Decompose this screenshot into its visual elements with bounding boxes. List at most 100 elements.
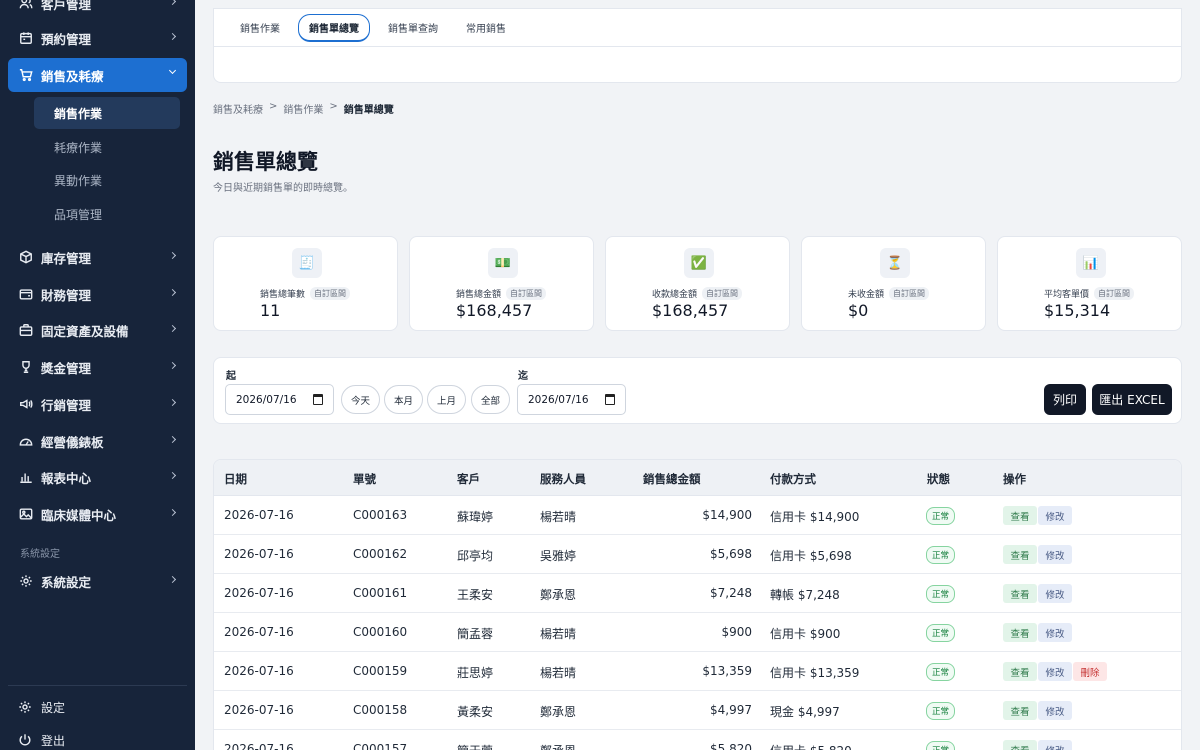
sidebar-subitem-sales-ops[interactable]: 銷售作業 — [34, 97, 180, 129]
stat-label: 平均客單價 — [1044, 290, 1090, 300]
breadcrumb: 銷售及耗療 > 銷售作業 > 銷售單總覽 — [213, 101, 394, 116]
sidebar-footer-logout[interactable]: 登出 — [18, 728, 65, 750]
table-row: 2026-07-16 C000157 簡于萱 鄭承恩 $5,820 信用卡 $5… — [214, 730, 1181, 750]
sales-table: 日期 單號 客戶 服務人員 銷售總金額 付款方式 狀態 操作 2026-07-1… — [213, 459, 1182, 750]
cell-amount: $900 — [721, 625, 752, 639]
sidebar-item-label: 行銷管理 — [41, 397, 92, 413]
quick-range-all[interactable]: 全部 — [471, 385, 510, 414]
stat-label: 銷售總金額 — [456, 290, 502, 300]
quick-range-this-month[interactable]: 本月 — [384, 385, 423, 414]
cell-customer: 邱亭均 — [457, 549, 494, 563]
cell-number: C000159 — [353, 664, 408, 678]
sidebar-item-label: 客戶管理 — [41, 0, 92, 12]
chevron-icon — [168, 251, 177, 260]
delete-button[interactable]: 刪除 — [1073, 662, 1107, 681]
breadcrumb-item[interactable]: 銷售作業 — [283, 101, 323, 116]
bar-chart-icon — [19, 470, 33, 484]
print-button[interactable]: 列印 — [1044, 384, 1086, 415]
view-button[interactable]: 查看 — [1003, 584, 1037, 603]
edit-button[interactable]: 修改 — [1038, 506, 1072, 525]
tab-sales-overview[interactable]: 銷售單總覽 — [298, 13, 370, 42]
chevron-icon — [168, 575, 177, 584]
stat-card-total-count: 🧾 銷售總筆數 自訂區間 11 — [213, 236, 398, 331]
view-button[interactable]: 查看 — [1003, 662, 1037, 681]
cell-number: C000162 — [353, 547, 408, 561]
status-badge: 正常 — [926, 546, 956, 564]
sidebar-item-inventory[interactable]: 庫存管理 — [8, 240, 187, 274]
sidebar-footer-label: 登出 — [41, 733, 66, 748]
tab-frequent-sales[interactable]: 常用銷售 — [456, 15, 516, 40]
sidebar-item-bonus[interactable]: 獎金管理 — [8, 350, 187, 384]
edit-button[interactable]: 修改 — [1038, 545, 1072, 564]
edit-button[interactable]: 修改 — [1038, 623, 1072, 642]
sidebar-item-media[interactable]: 臨床媒體中心 — [8, 497, 187, 531]
sidebar-item-dashboard[interactable]: 經營儀錶板 — [8, 424, 187, 458]
tab-sales-ops[interactable]: 銷售作業 — [230, 15, 290, 40]
end-date-input[interactable]: 2026/07/16 — [517, 384, 626, 415]
cell-date: 2026-07-16 — [224, 664, 294, 678]
table-row: 2026-07-16 C000162 邱亭均 吳雅婷 $5,698 信用卡 $5… — [214, 535, 1181, 574]
cell-customer: 王柔安 — [457, 588, 494, 602]
export-excel-button[interactable]: 匯出 EXCEL — [1092, 384, 1172, 415]
breadcrumb-item[interactable]: 銷售及耗療 — [213, 101, 263, 116]
page-subtitle: 今日與近期銷售單的即時總覽。 — [213, 183, 353, 194]
edit-button[interactable]: 修改 — [1038, 701, 1072, 720]
cell-amount: $5,698 — [710, 547, 752, 561]
edit-button[interactable]: 修改 — [1038, 662, 1072, 681]
stat-value: $168,457 — [652, 301, 729, 320]
status-badge: 正常 — [926, 624, 956, 642]
chevron-icon — [168, 361, 177, 370]
sidebar-subitem-changes[interactable]: 異動作業 — [34, 164, 180, 196]
cell-amount: $5,820 — [710, 742, 752, 750]
briefcase-icon — [19, 323, 33, 337]
sidebar-footer-settings[interactable]: 設定 — [18, 695, 65, 719]
sidebar-item-label: 經營儀錶板 — [41, 434, 104, 450]
view-button[interactable]: 查看 — [1003, 740, 1037, 750]
sidebar-item-reports[interactable]: 報表中心 — [8, 460, 187, 494]
table-row: 2026-07-16 C000158 黃柔安 鄭承恩 $4,997 現金 $4,… — [214, 691, 1181, 730]
quick-range-today[interactable]: 今天 — [341, 385, 380, 414]
cell-payment: 轉帳 $7,248 — [770, 588, 840, 602]
end-date-label: 迄 — [518, 371, 528, 382]
stat-value: 11 — [260, 301, 281, 320]
gear-icon — [19, 574, 33, 588]
cell-payment: 信用卡 $14,900 — [770, 510, 860, 524]
sidebar-item-label: 財務管理 — [41, 287, 92, 303]
column-header-payment: 付款方式 — [770, 472, 816, 486]
view-button[interactable]: 查看 — [1003, 701, 1037, 720]
status-badge: 正常 — [926, 702, 956, 720]
chevron-icon — [168, 471, 177, 480]
quick-range-last-month[interactable]: 上月 — [427, 385, 466, 414]
sidebar-item-marketing[interactable]: 行銷管理 — [8, 387, 187, 421]
sidebar-subitem-items[interactable]: 品項管理 — [34, 198, 180, 230]
users-icon — [19, 0, 33, 10]
cell-staff: 楊若晴 — [540, 627, 577, 641]
sidebar-item-sales[interactable]: 銷售及耗療 — [8, 58, 187, 92]
edit-button[interactable]: 修改 — [1038, 584, 1072, 603]
sidebar-item-customers[interactable]: 客戶管理 — [8, 0, 187, 20]
view-button[interactable]: 查看 — [1003, 623, 1037, 642]
column-header-amount: 銷售總金額 — [643, 472, 701, 486]
start-date-input[interactable]: 2026/07/16 — [225, 384, 334, 415]
view-button[interactable]: 查看 — [1003, 506, 1037, 525]
cell-payment: 信用卡 $5,698 — [770, 549, 852, 563]
tab-bar: 銷售作業 銷售單總覽 銷售單查詢 常用銷售 — [213, 8, 1182, 46]
receipt-icon: 🧾 — [292, 248, 322, 278]
sidebar-item-assets[interactable]: 固定資產及設備 — [8, 313, 187, 347]
sidebar-item-finance[interactable]: 財務管理 — [8, 277, 187, 311]
edit-button[interactable]: 修改 — [1038, 740, 1072, 750]
view-button[interactable]: 查看 — [1003, 545, 1037, 564]
stat-label: 收款總金額 — [652, 290, 698, 300]
sidebar-item-label: 臨床媒體中心 — [41, 507, 117, 523]
tab-sales-query[interactable]: 銷售單查詢 — [378, 15, 448, 40]
cell-staff: 楊若晴 — [540, 510, 577, 524]
sidebar-item-system-settings[interactable]: 系統設定 — [8, 564, 187, 598]
sidebar-item-appointments[interactable]: 預約管理 — [8, 21, 187, 55]
sidebar-item-label: 銷售及耗療 — [41, 68, 104, 84]
status-badge: 正常 — [926, 585, 956, 603]
sidebar-subitem-consumption[interactable]: 耗療作業 — [34, 131, 180, 163]
chevron-icon — [168, 398, 177, 407]
cell-staff: 鄭承恩 — [540, 705, 577, 719]
sidebar-item-label: 系統設定 — [41, 574, 92, 590]
cell-payment: 信用卡 $13,359 — [770, 666, 860, 680]
